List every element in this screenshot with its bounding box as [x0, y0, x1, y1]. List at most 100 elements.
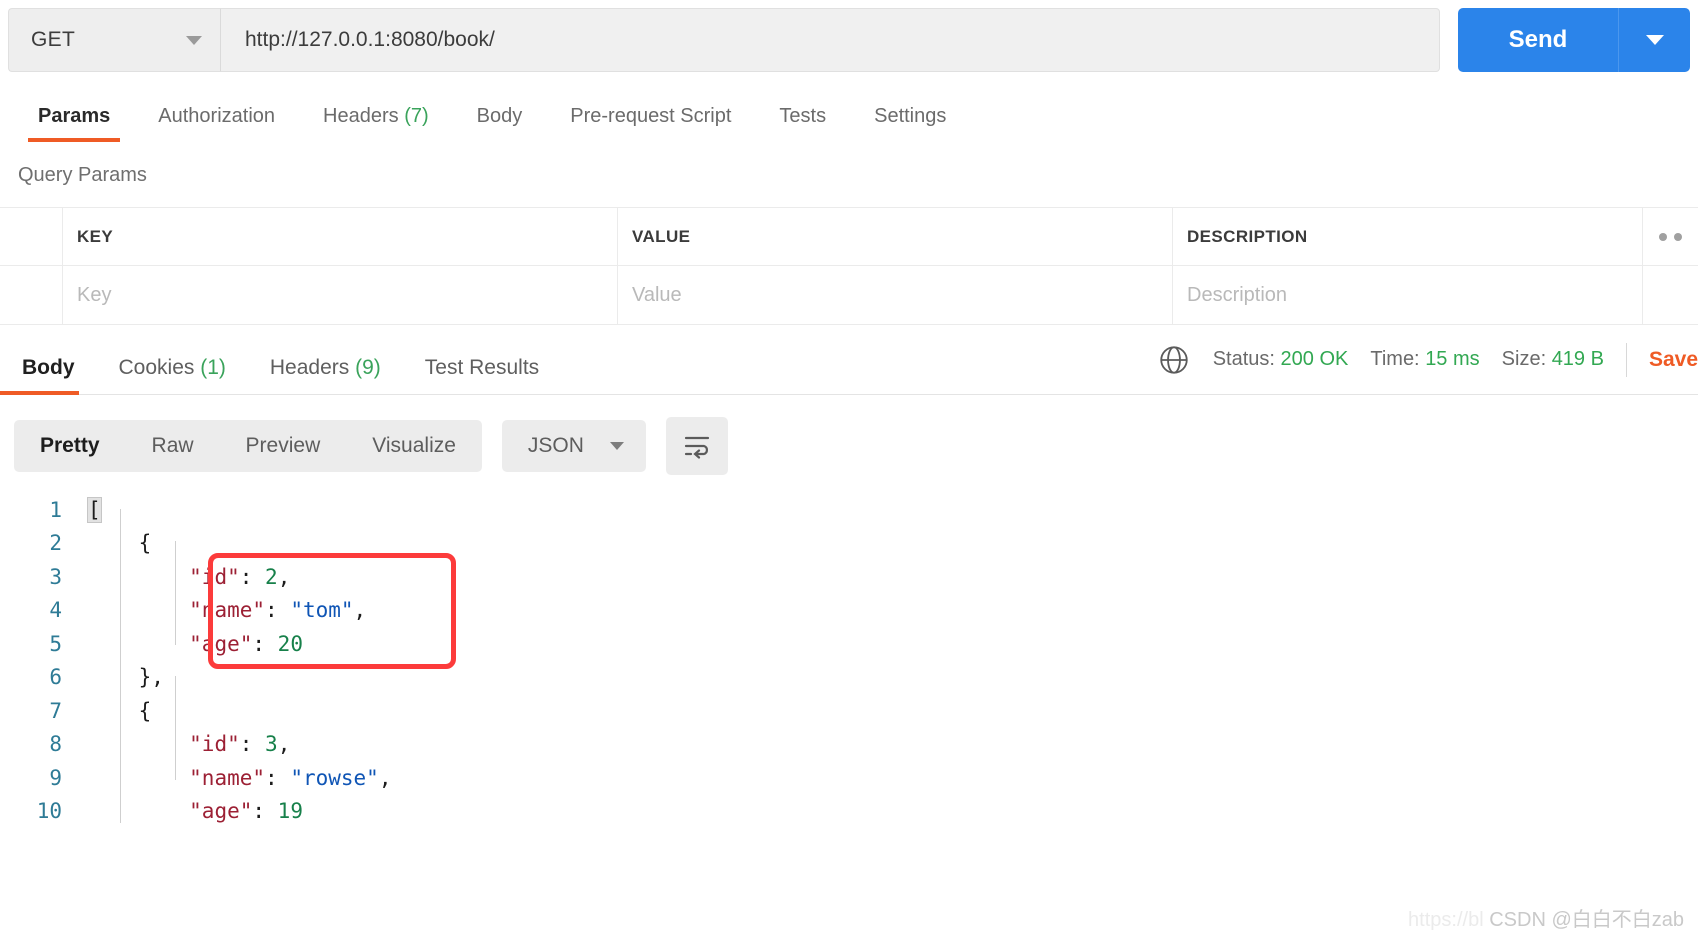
response-bar: Body Cookies (1) Headers (9) Test Result… — [0, 325, 1698, 395]
response-meta: Status: 200 OK Time: 15 ms Size: 419 B S… — [1157, 342, 1698, 377]
send-button[interactable]: Send — [1458, 8, 1618, 72]
tab-body[interactable]: Body — [453, 105, 547, 142]
response-tab-headers[interactable]: Headers (9) — [248, 356, 403, 394]
code-token: 2 — [265, 564, 278, 589]
code-token: , — [353, 598, 367, 623]
line-number: 2 — [49, 531, 62, 556]
code-token: : — [252, 631, 278, 656]
line-number: 1 — [49, 497, 62, 522]
tab-label: Headers — [323, 105, 399, 127]
watermark-text: CSDN @白白不白zab — [1489, 909, 1684, 931]
tab-label: Params — [38, 105, 111, 127]
tab-label: Authorization — [158, 105, 276, 127]
response-tab-cookies[interactable]: Cookies (1) — [97, 356, 248, 394]
code-token: "age" — [189, 799, 253, 823]
param-value-input[interactable]: Value — [617, 266, 1172, 324]
code-token: [ — [87, 496, 102, 523]
param-key-input[interactable]: Key — [62, 266, 617, 324]
code-token: : — [239, 564, 266, 589]
tab-label: Headers — [269, 356, 350, 379]
tab-authorization[interactable]: Authorization — [134, 105, 299, 142]
watermark-url: https://bl — [1408, 909, 1484, 931]
line-number: 8 — [49, 732, 62, 757]
tab-headers[interactable]: Headers (7) — [299, 105, 453, 142]
tab-label: Pre-request Script — [570, 105, 732, 127]
indent-guide — [175, 541, 176, 645]
ellipsis-icon — [1659, 232, 1682, 241]
response-view-toolbar: Pretty Raw Preview Visualize JSON — [0, 395, 1698, 493]
response-tabs: Body Cookies (1) Headers (9) Test Result… — [0, 325, 561, 395]
status-label: Status: — [1212, 348, 1275, 370]
code-token: { — [138, 698, 152, 723]
http-method-select[interactable]: GET — [8, 8, 220, 72]
word-wrap-icon — [684, 436, 710, 459]
code-text: "name": "rowse", — [88, 766, 391, 790]
code-token: "id" — [189, 564, 240, 589]
request-url-input[interactable]: http://127.0.0.1:8080/book/ — [220, 8, 1440, 72]
code-token: : — [265, 598, 291, 623]
format-label: JSON — [527, 434, 584, 457]
tab-label: Body — [22, 356, 75, 379]
code-token: : — [265, 765, 291, 790]
response-tab-test-results[interactable]: Test Results — [403, 356, 561, 394]
row-actions[interactable] — [1642, 266, 1698, 324]
tab-label: Test Results — [424, 356, 540, 379]
code-text: "name": "tom", — [88, 598, 366, 622]
line-number: 4 — [49, 598, 62, 623]
tab-pre-request-script[interactable]: Pre-request Script — [546, 105, 755, 142]
code-text: "id": 3, — [88, 732, 290, 756]
code-line: 5 "age": 20 — [0, 627, 1698, 661]
indent-guide — [175, 676, 176, 780]
view-preview[interactable]: Preview — [220, 420, 347, 472]
code-token: "tom" — [290, 598, 354, 623]
code-token: "rowse" — [290, 765, 379, 790]
code-token: "name" — [189, 765, 266, 790]
code-line: 3 "id": 2, — [0, 560, 1698, 594]
indent-guide — [120, 509, 121, 823]
time-value: 15 ms — [1425, 348, 1480, 370]
query-params-table: KEY VALUE DESCRIPTION Key Value Descript… — [0, 207, 1698, 325]
time-label: Time: — [1370, 348, 1420, 370]
code-line: 1[ — [0, 493, 1698, 527]
http-method-label: GET — [31, 28, 76, 51]
status-badge: Status: 200 OK — [1213, 348, 1349, 371]
watermark: https://bl CSDN @白白不白zab — [1408, 903, 1684, 932]
request-url-text: http://127.0.0.1:8080/book/ — [245, 28, 495, 51]
code-line: 2 { — [0, 527, 1698, 561]
view-visualize[interactable]: Visualize — [346, 420, 482, 472]
divider — [1625, 342, 1627, 377]
code-token: : — [252, 799, 278, 823]
send-button-group: Send — [1458, 8, 1690, 72]
line-number: 3 — [49, 564, 62, 589]
code-token: { — [138, 531, 152, 556]
view-mode-group: Pretty Raw Preview Visualize — [14, 420, 482, 472]
code-token: 3 — [265, 732, 278, 757]
code-text: [ — [87, 496, 102, 523]
row-checkbox[interactable] — [0, 266, 62, 324]
tab-settings[interactable]: Settings — [850, 105, 970, 142]
bulk-edit-button[interactable] — [1642, 208, 1698, 265]
view-pretty[interactable]: Pretty — [14, 420, 126, 472]
line-number: 6 — [49, 665, 62, 690]
code-lines: 1[2 {3 "id": 2, 4 "name": "tom", 5 "age": … — [0, 493, 1698, 823]
param-description-input[interactable]: Description — [1172, 266, 1642, 324]
response-format-select[interactable]: JSON — [501, 420, 646, 472]
word-wrap-button[interactable] — [665, 417, 728, 475]
save-response-button[interactable]: Save — [1649, 348, 1698, 372]
status-value: 200 OK — [1280, 348, 1349, 370]
line-number: 10 — [36, 799, 62, 823]
response-body-code[interactable]: 1[2 {3 "id": 2, 4 "name": "tom", 5 "age": … — [0, 493, 1698, 823]
response-tab-body[interactable]: Body — [0, 356, 97, 395]
query-params-title: Query Params — [18, 164, 147, 186]
table-row: Key Value Description — [0, 266, 1698, 324]
code-token: , — [277, 732, 291, 757]
header-key: KEY — [62, 208, 617, 265]
code-line: 4 "name": "tom", — [0, 594, 1698, 628]
code-line: 6 }, — [0, 661, 1698, 695]
code-token: "id" — [189, 732, 240, 757]
chevron-down-icon — [609, 442, 624, 450]
send-options-button[interactable] — [1618, 8, 1690, 72]
tab-tests[interactable]: Tests — [755, 105, 850, 142]
tab-params[interactable]: Params — [14, 105, 134, 142]
view-raw[interactable]: Raw — [126, 420, 220, 472]
